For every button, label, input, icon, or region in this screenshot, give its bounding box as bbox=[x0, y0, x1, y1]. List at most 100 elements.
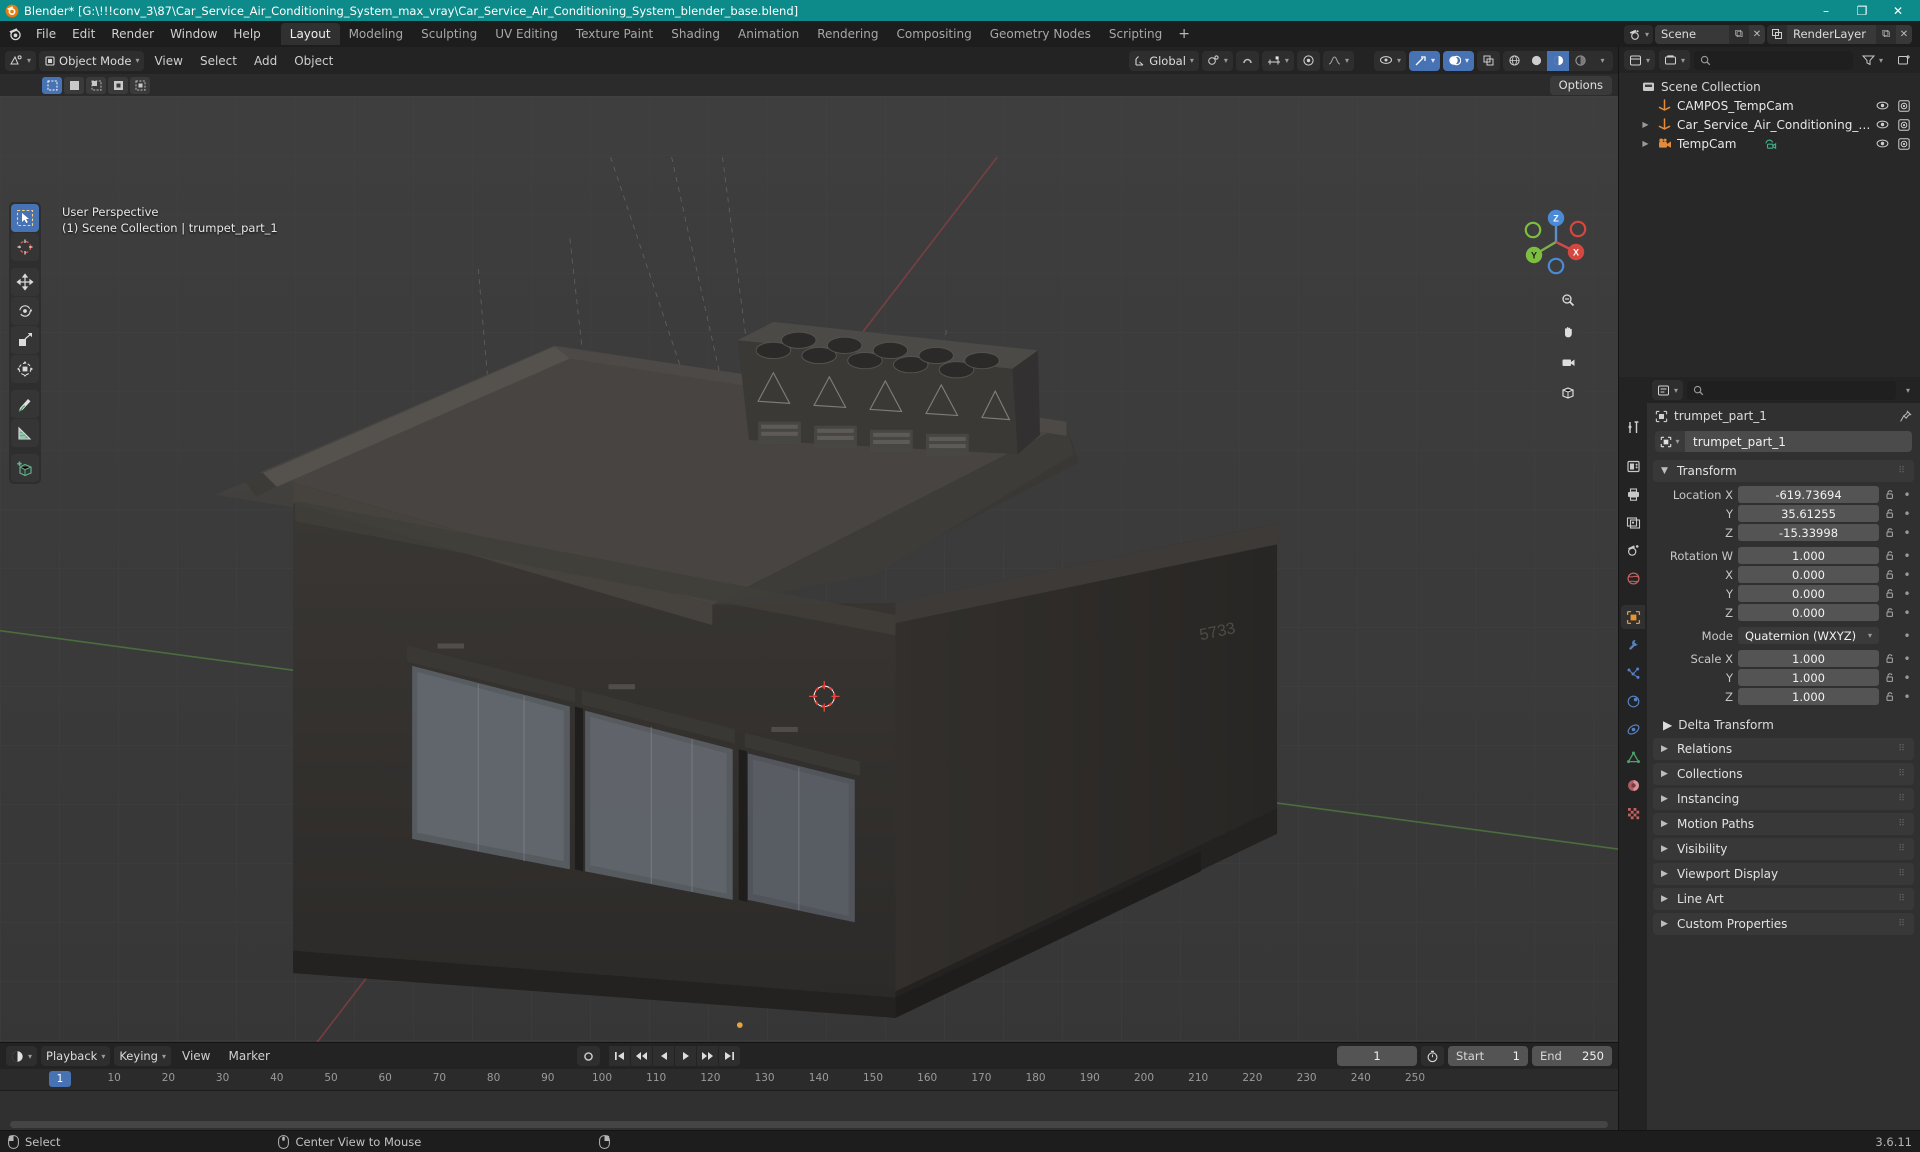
material-preview-shading-button[interactable] bbox=[1547, 50, 1569, 71]
scene-selector[interactable]: Scene ⧉ ✕ bbox=[1654, 24, 1765, 44]
use-preview-range-button[interactable] bbox=[1421, 1046, 1444, 1066]
properties-search-input[interactable] bbox=[1687, 380, 1896, 400]
add-workspace-button[interactable]: + bbox=[1171, 23, 1197, 45]
expand-arrow-icon[interactable]: ▶ bbox=[1639, 120, 1652, 129]
scene-tab-icon[interactable] bbox=[1621, 538, 1645, 562]
world-tab-icon[interactable] bbox=[1621, 566, 1645, 590]
proportional-edit-button[interactable] bbox=[1296, 50, 1320, 71]
timeline-channel-area[interactable] bbox=[0, 1091, 1618, 1130]
auto-keying-button[interactable] bbox=[577, 1046, 601, 1066]
transform-scale-y-1-field[interactable]: 1.000 bbox=[1738, 669, 1879, 686]
object-id-icon[interactable]: ▾ bbox=[1655, 431, 1685, 452]
hide-in-viewport-icon[interactable] bbox=[1876, 119, 1889, 130]
object-name-value[interactable]: trumpet_part_1 bbox=[1685, 431, 1912, 452]
outliner-new-collection-button[interactable] bbox=[1892, 50, 1915, 70]
transform-panel-header[interactable]: ▼ Transform ⠿ bbox=[1653, 460, 1914, 482]
transform-orientation-selector[interactable]: Global ▾ bbox=[1129, 50, 1199, 71]
timeline-horizontal-scrollbar[interactable] bbox=[10, 1121, 1608, 1128]
lock-icon[interactable] bbox=[1884, 607, 1897, 618]
animate-property-icon[interactable]: • bbox=[1902, 606, 1912, 620]
start-frame-field[interactable]: Start 1 bbox=[1448, 1046, 1528, 1066]
transform-tool-icon[interactable] bbox=[11, 355, 39, 383]
properties-options-button[interactable]: ▾ bbox=[1900, 380, 1915, 400]
viewport-menu-select[interactable]: Select bbox=[193, 52, 244, 70]
viewport-menu-view[interactable]: View bbox=[147, 52, 189, 70]
animate-property-icon[interactable]: • bbox=[1902, 671, 1912, 685]
panel-relations[interactable]: ▶ Relations ⠿ bbox=[1653, 738, 1914, 760]
transform-x-4-field[interactable]: 0.000 bbox=[1738, 566, 1879, 583]
transform-y-5-field[interactable]: 0.000 bbox=[1738, 585, 1879, 602]
disable-in-render-icon[interactable] bbox=[1898, 99, 1910, 112]
panel-line-art[interactable]: ▶ Line Art ⠿ bbox=[1653, 888, 1914, 910]
menu-edit[interactable]: Edit bbox=[64, 24, 103, 44]
new-viewlayer-button[interactable]: ⧉ bbox=[1876, 24, 1896, 44]
viewport-menu-object[interactable]: Object bbox=[287, 52, 340, 70]
play-button[interactable] bbox=[675, 1046, 697, 1066]
transform-z-2-field[interactable]: -15.33998 bbox=[1738, 524, 1879, 541]
output-tab-icon[interactable] bbox=[1621, 482, 1645, 506]
lock-icon[interactable] bbox=[1884, 588, 1897, 599]
add-cube-tool-icon[interactable] bbox=[11, 454, 39, 482]
delta-transform-subpanel-header[interactable]: ▶ Delta Transform bbox=[1647, 715, 1920, 735]
tab-modeling[interactable]: Modeling bbox=[340, 23, 413, 45]
modifiers-tab-icon[interactable] bbox=[1621, 633, 1645, 657]
close-button[interactable]: ✕ bbox=[1880, 0, 1916, 21]
disable-in-render-icon[interactable] bbox=[1898, 118, 1910, 131]
move-tool-icon[interactable] bbox=[11, 268, 39, 296]
animate-property-icon[interactable]: • bbox=[1902, 507, 1912, 521]
ortho-persp-nav-icon[interactable] bbox=[1556, 381, 1580, 405]
snap-pivot-button[interactable]: ▾ bbox=[1201, 50, 1233, 71]
select-subtract-button[interactable] bbox=[86, 76, 106, 94]
lock-icon[interactable] bbox=[1884, 527, 1897, 538]
tool-tab-icon[interactable] bbox=[1621, 415, 1645, 439]
material-tab-icon[interactable] bbox=[1621, 773, 1645, 797]
tab-geometry-nodes[interactable]: Geometry Nodes bbox=[981, 23, 1100, 45]
zoom-nav-icon[interactable] bbox=[1556, 288, 1580, 312]
transform-y-1-field[interactable]: 35.61255 bbox=[1738, 505, 1879, 522]
3d-viewport[interactable]: 5733 User Perspective (1) Scene Collecti… bbox=[0, 96, 1618, 1042]
menu-file[interactable]: File bbox=[28, 24, 64, 44]
rendered-shading-button[interactable] bbox=[1569, 50, 1591, 71]
pin-id-icon[interactable] bbox=[1899, 409, 1912, 423]
lock-icon[interactable] bbox=[1884, 508, 1897, 519]
disable-in-render-icon[interactable] bbox=[1898, 137, 1910, 150]
expand-arrow-icon[interactable]: ▶ bbox=[1639, 139, 1652, 148]
object-tab-icon[interactable] bbox=[1621, 605, 1645, 629]
tweak-select-tool-icon[interactable] bbox=[11, 204, 39, 232]
render-tab-icon[interactable] bbox=[1621, 454, 1645, 478]
interaction-mode-selector[interactable]: Object Mode ▾ bbox=[39, 50, 145, 71]
remove-viewlayer-button[interactable]: ✕ bbox=[1896, 24, 1912, 44]
snap-to-selector[interactable]: ▾ bbox=[1261, 50, 1294, 71]
transform-scale-scale-x-0-field[interactable]: 1.000 bbox=[1738, 650, 1879, 667]
timeline-ruler[interactable]: 1 10 20 30 40 50 60 70 80 90 100 110 120 130 140 150 16… bbox=[0, 1069, 1618, 1091]
select-extend-button[interactable] bbox=[64, 76, 84, 94]
camera-nav-icon[interactable] bbox=[1556, 350, 1580, 374]
timeline-keying-menu[interactable]: Keying ▾ bbox=[114, 1046, 171, 1066]
proportional-falloff-selector[interactable]: ▾ bbox=[1322, 50, 1354, 71]
select-set-button[interactable] bbox=[42, 76, 62, 94]
camera-data-icon[interactable] bbox=[1762, 137, 1779, 150]
wireframe-shading-button[interactable] bbox=[1503, 50, 1525, 71]
viewlayer-selector[interactable]: RenderLayer ⧉ ✕ bbox=[1766, 24, 1912, 44]
shading-options-dropdown[interactable]: ▾ bbox=[1591, 50, 1613, 71]
menu-render[interactable]: Render bbox=[103, 24, 162, 44]
new-scene-button[interactable]: ⧉ bbox=[1728, 24, 1749, 44]
show-overlays-button[interactable]: ▾ bbox=[1442, 50, 1474, 71]
rotate-tool-icon[interactable] bbox=[11, 297, 39, 325]
visibility-selector-button[interactable]: ▾ bbox=[1373, 50, 1406, 71]
timeline-editor-type-button[interactable]: ▾ bbox=[6, 1046, 38, 1066]
panel-collections[interactable]: ▶ Collections ⠿ bbox=[1653, 763, 1914, 785]
tab-sculpting[interactable]: Sculpting bbox=[412, 23, 486, 45]
timeline-playback-menu[interactable]: Playback ▾ bbox=[41, 1046, 111, 1066]
animate-property-icon[interactable]: • bbox=[1902, 549, 1912, 563]
annotate-tool-icon[interactable] bbox=[11, 390, 39, 418]
viewlayer-name[interactable]: RenderLayer bbox=[1786, 24, 1876, 44]
navigation-gizmo[interactable]: Z Y X bbox=[1518, 204, 1594, 280]
particles-tab-icon[interactable] bbox=[1621, 661, 1645, 685]
tab-texture-paint[interactable]: Texture Paint bbox=[567, 23, 662, 45]
properties-editor-type-button[interactable]: ▾ bbox=[1652, 380, 1684, 400]
unlink-scene-button[interactable]: ✕ bbox=[1748, 24, 1765, 44]
panel-viewport-display[interactable]: ▶ Viewport Display ⠿ bbox=[1653, 863, 1914, 885]
outliner-display-mode-button[interactable]: ▾ bbox=[1659, 50, 1691, 70]
tab-shading[interactable]: Shading bbox=[662, 23, 729, 45]
